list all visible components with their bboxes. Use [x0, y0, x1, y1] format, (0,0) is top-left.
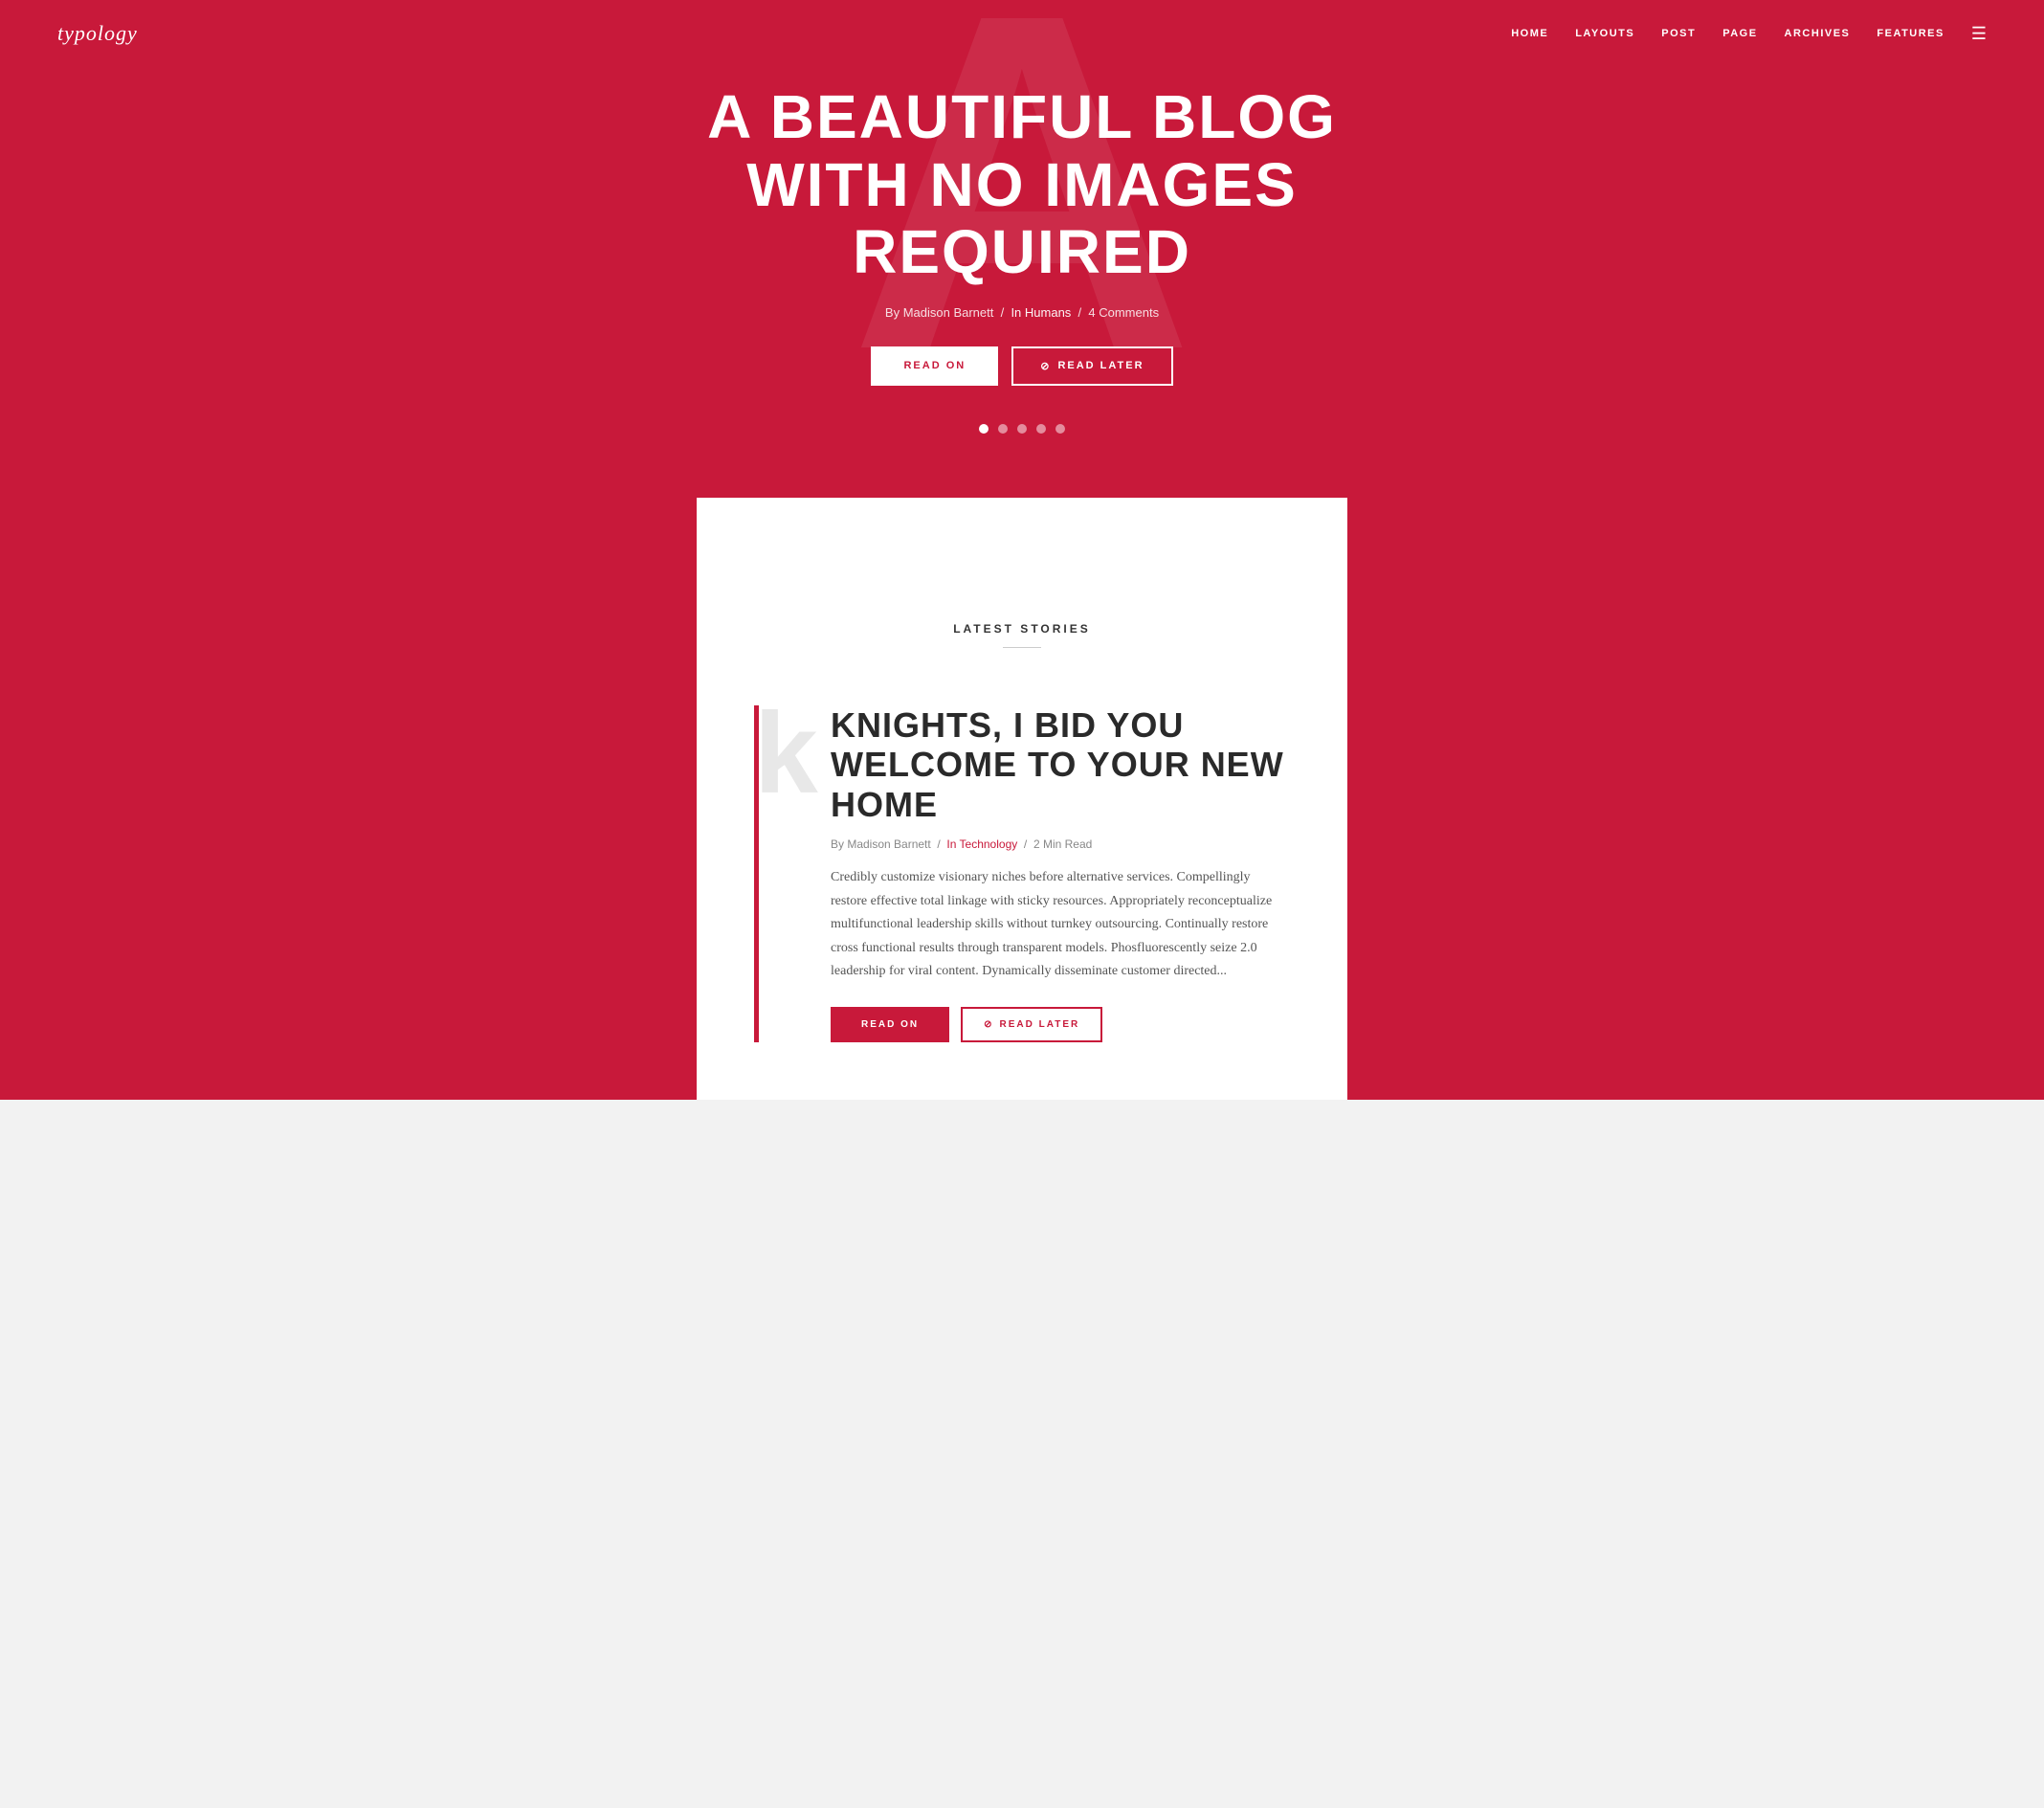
main-nav: typology HOME LAYOUTS POST PAGE ARCHIVES… — [0, 0, 2044, 67]
article-meta: By Madison Barnett / In Technology / 2 M… — [831, 837, 1290, 851]
hero-meta: By Madison Barnett / In Humans / 4 Comme… — [885, 305, 1159, 320]
hero-white-overlap — [697, 498, 1347, 555]
article-title[interactable]: KNIGHTS, I BID YOU WELCOME TO YOUR NEW H… — [831, 705, 1290, 824]
nav-layouts[interactable]: LAYOUTS — [1575, 28, 1634, 39]
left-red-strip — [0, 555, 697, 1100]
article-category[interactable]: In Technology — [946, 837, 1017, 851]
hero-read-on-button[interactable]: READ ON — [871, 346, 998, 386]
article-left-decoration: k — [754, 705, 831, 1042]
page-wrapper: typology HOME LAYOUTS POST PAGE ARCHIVES… — [0, 0, 2044, 1100]
bookmark-icon: ⊘ — [1040, 360, 1051, 372]
site-logo[interactable]: typology — [57, 21, 138, 46]
nav-archives[interactable]: ARCHIVES — [1785, 28, 1851, 39]
article-read-time: 2 Min Read — [1033, 837, 1092, 851]
section-divider — [1003, 647, 1041, 648]
content-inner: LATEST STORIES k KNIGHTS, I BID YOU WELC… — [0, 555, 2044, 1100]
article-card: k KNIGHTS, I BID YOU WELCOME TO YOUR NEW… — [754, 677, 1290, 1042]
article-author: By Madison Barnett — [831, 837, 931, 851]
dot-2[interactable] — [998, 424, 1008, 434]
latest-stories-header: LATEST STORIES — [754, 603, 1290, 648]
dot-1[interactable] — [979, 424, 989, 434]
hero-read-later-button[interactable]: ⊘ READ LATER — [1011, 346, 1172, 386]
dot-5[interactable] — [1055, 424, 1065, 434]
latest-stories-title: LATEST STORIES — [754, 622, 1290, 636]
nav-links: HOME LAYOUTS POST PAGE ARCHIVES FEATURES… — [1511, 24, 1987, 44]
dot-4[interactable] — [1036, 424, 1046, 434]
hero-comments: 4 Comments — [1088, 305, 1159, 320]
hero-category[interactable]: In Humans — [1011, 305, 1071, 320]
nav-post[interactable]: POST — [1661, 28, 1696, 39]
hamburger-menu-icon[interactable]: ☰ — [1971, 24, 1987, 44]
article-bookmark-icon: ⊘ — [984, 1019, 993, 1030]
content-area: LATEST STORIES k KNIGHTS, I BID YOU WELC… — [0, 555, 2044, 1100]
dot-3[interactable] — [1017, 424, 1027, 434]
article-bg-letter: k — [754, 696, 818, 811]
hero-section: typology HOME LAYOUTS POST PAGE ARCHIVES… — [0, 0, 2044, 498]
nav-home[interactable]: HOME — [1511, 28, 1548, 39]
right-red-strip — [1347, 555, 2044, 1100]
transition-area — [0, 498, 2044, 555]
article-read-on-button[interactable]: READ ON — [831, 1007, 949, 1042]
hero-title: A BEAUTIFUL BLOG WITH NO IMAGES REQUIRED — [639, 83, 1405, 285]
hero-buttons: READ ON ⊘ READ LATER — [871, 346, 1172, 386]
article-read-later-button[interactable]: ⊘ READ LATER — [961, 1007, 1102, 1042]
nav-features[interactable]: FEATURES — [1877, 28, 1944, 39]
article-content: KNIGHTS, I BID YOU WELCOME TO YOUR NEW H… — [831, 705, 1290, 1042]
article-buttons: READ ON ⊘ READ LATER — [831, 1007, 1290, 1042]
nav-page[interactable]: PAGE — [1722, 28, 1757, 39]
hero-author: By Madison Barnett — [885, 305, 993, 320]
article-excerpt: Credibly customize visionary niches befo… — [831, 866, 1290, 984]
white-content-column: LATEST STORIES k KNIGHTS, I BID YOU WELC… — [697, 555, 1347, 1100]
hero-dots — [979, 424, 1065, 434]
